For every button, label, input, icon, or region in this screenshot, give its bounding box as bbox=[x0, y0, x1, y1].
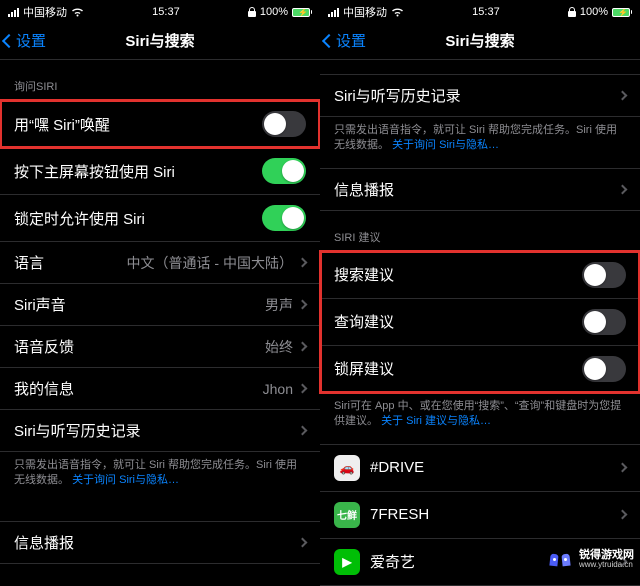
status-time: 15:37 bbox=[472, 6, 500, 18]
switch-lock-sug[interactable] bbox=[582, 356, 626, 382]
status-time: 15:37 bbox=[152, 6, 180, 18]
cell-voice-feedback[interactable]: 语音反馈 始终 bbox=[0, 326, 320, 368]
cell-announce[interactable]: 信息播报 bbox=[320, 168, 640, 211]
battery-percent: 100% bbox=[580, 6, 608, 18]
cell-siri-voice[interactable]: Siri声音 男声 bbox=[0, 284, 320, 326]
section-header-suggestions: SIRI 建议 bbox=[320, 211, 640, 251]
app-icon-iqiyi: ▶ bbox=[334, 549, 360, 575]
cell-home-button-siri[interactable]: 按下主屏幕按钮使用 Siri bbox=[0, 148, 320, 195]
cell-history[interactable]: Siri与听写历史记录 bbox=[0, 410, 320, 452]
chevron-right-icon bbox=[618, 510, 628, 520]
carrier: 中国移动 bbox=[343, 4, 387, 20]
switch-home-button[interactable] bbox=[262, 158, 306, 184]
nav-bar: 设置 Siri与搜索 bbox=[320, 22, 640, 60]
chevron-right-icon bbox=[298, 342, 308, 352]
nav-title: Siri与搜索 bbox=[0, 30, 320, 51]
cell-label: 用“嘿 Siri”唤醒 bbox=[14, 114, 110, 135]
screenshot-left: 中国移动 15:37 100% ⚡ 设置 Siri与搜索 询问SIRI 用“嘿 … bbox=[0, 0, 320, 586]
chevron-right-icon bbox=[298, 384, 308, 394]
cell-announce[interactable]: 信息播报 bbox=[0, 521, 320, 564]
status-bar: 中国移动 15:37 100% ⚡ bbox=[320, 0, 640, 22]
cell-label: 爱奇艺 bbox=[370, 551, 415, 572]
chevron-right-icon bbox=[618, 463, 628, 473]
cell-label: Siri声音 bbox=[14, 294, 66, 315]
switch-hey-siri[interactable] bbox=[262, 111, 306, 137]
cell-lookup-suggestions[interactable]: 查询建议 bbox=[320, 299, 640, 346]
footer-ask-siri: 只需发出语音指令，就可让 Siri 帮助您完成任务。Siri 使用无线数据。 关… bbox=[320, 117, 640, 168]
cell-search-suggestions[interactable]: 搜索建议 bbox=[320, 251, 640, 299]
cell-label: 锁屏建议 bbox=[334, 358, 394, 379]
cell-app-drive[interactable]: 🚗 #DRIVE bbox=[320, 444, 640, 492]
chevron-right-icon bbox=[298, 537, 308, 547]
cell-lockscreen-suggestions[interactable]: 锁屏建议 bbox=[320, 346, 640, 393]
footer-ask-siri: 只需发出语音指令，就可让 Siri 帮助您完成任务。Siri 使用无线数据。 关… bbox=[0, 452, 320, 503]
wifi-icon bbox=[391, 8, 404, 17]
cell-app-7fresh[interactable]: 七鲜 7FRESH bbox=[320, 492, 640, 539]
watermark-icon bbox=[546, 551, 574, 569]
cell-label: 锁定时允许使用 Siri bbox=[14, 208, 145, 229]
watermark: 锐得游戏网www.ytruida.cn bbox=[546, 549, 634, 570]
cell-label: 信息播报 bbox=[14, 532, 74, 553]
cell-label: Siri与听写历史记录 bbox=[14, 420, 141, 441]
nav-title: Siri与搜索 bbox=[320, 30, 640, 51]
footer-suggestions: Siri可在 App 中、或在您使用“搜索”、“查询”和键盘时为您提供建议。 关… bbox=[320, 393, 640, 444]
cell-label: 我的信息 bbox=[14, 378, 74, 399]
chevron-right-icon bbox=[618, 184, 628, 194]
battery-icon: ⚡ bbox=[612, 8, 632, 17]
signal-icon bbox=[328, 8, 339, 17]
cell-label: #DRIVE bbox=[370, 459, 424, 476]
switch-locked[interactable] bbox=[262, 205, 306, 231]
chevron-right-icon bbox=[618, 91, 628, 101]
cell-label: 语言 bbox=[14, 252, 44, 273]
status-bar: 中国移动 15:37 100% ⚡ bbox=[0, 0, 320, 22]
screenshot-right: 中国移动 15:37 100% ⚡ 设置 Siri与搜索 Siri与听写历史记录… bbox=[320, 0, 640, 586]
cell-label: 查询建议 bbox=[334, 311, 394, 332]
switch-search-sug[interactable] bbox=[582, 262, 626, 288]
lock-icon bbox=[568, 7, 576, 17]
chevron-right-icon bbox=[298, 426, 308, 436]
cell-history[interactable]: Siri与听写历史记录 bbox=[320, 74, 640, 117]
cell-label: 信息播报 bbox=[334, 179, 394, 200]
cell-label: 语音反馈 bbox=[14, 336, 74, 357]
cell-label: 7FRESH bbox=[370, 506, 429, 523]
cell-my-info[interactable]: 我的信息 Jhon bbox=[0, 368, 320, 410]
app-icon-7fresh: 七鲜 bbox=[334, 502, 360, 528]
cell-label: 按下主屏幕按钮使用 Siri bbox=[14, 161, 175, 182]
switch-lookup-sug[interactable] bbox=[582, 309, 626, 335]
cell-locked-siri[interactable]: 锁定时允许使用 Siri bbox=[0, 195, 320, 242]
cell-label: Siri与听写历史记录 bbox=[334, 85, 461, 106]
app-icon-drive: 🚗 bbox=[334, 455, 360, 481]
section-header-ask-siri: 询问SIRI bbox=[0, 60, 320, 100]
lock-icon bbox=[248, 7, 256, 17]
suggestions-privacy-link[interactable]: 关于 Siri 建议与隐私… bbox=[381, 415, 491, 427]
cell-label: 搜索建议 bbox=[334, 264, 394, 285]
battery-icon: ⚡ bbox=[292, 8, 312, 17]
privacy-link[interactable]: 关于询问 Siri与隐私… bbox=[72, 474, 179, 486]
chevron-right-icon bbox=[298, 300, 308, 310]
cell-hey-siri[interactable]: 用“嘿 Siri”唤醒 bbox=[0, 100, 320, 148]
cell-language[interactable]: 语言 中文（普通话 - 中国大陆） bbox=[0, 242, 320, 284]
privacy-link[interactable]: 关于询问 Siri与隐私… bbox=[392, 139, 499, 151]
signal-icon bbox=[8, 8, 19, 17]
chevron-right-icon bbox=[298, 258, 308, 268]
nav-bar: 设置 Siri与搜索 bbox=[0, 22, 320, 60]
battery-percent: 100% bbox=[260, 6, 288, 18]
carrier: 中国移动 bbox=[23, 4, 67, 20]
wifi-icon bbox=[71, 8, 84, 17]
